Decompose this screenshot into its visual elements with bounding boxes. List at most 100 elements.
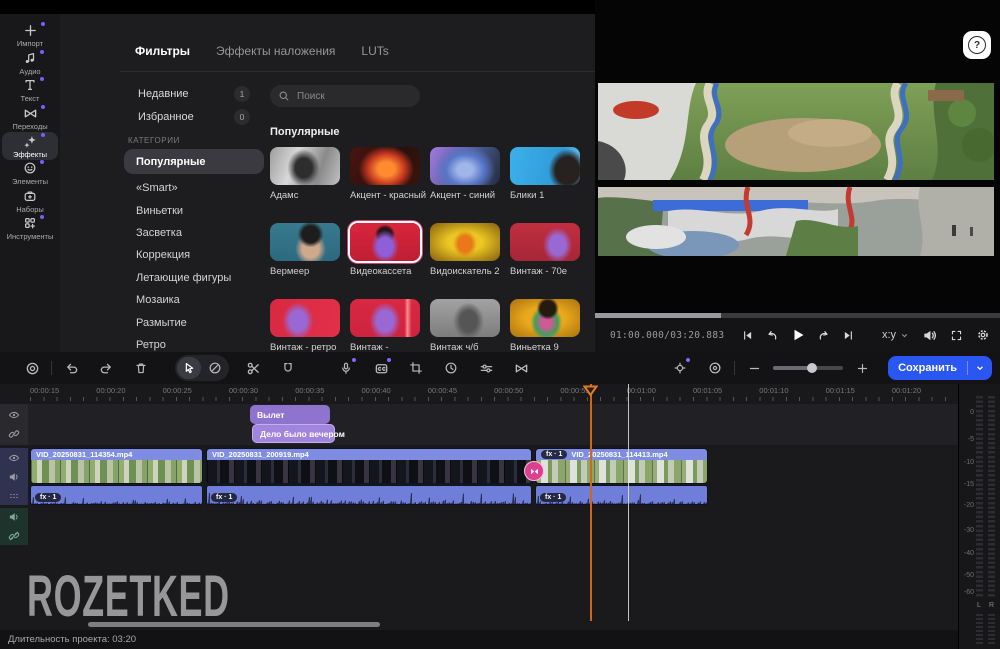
save-button[interactable]: Сохранить (888, 356, 992, 380)
effect-card[interactable]: Вермеер (270, 223, 340, 277)
effect-thumbnail[interactable] (350, 299, 420, 337)
speed-button[interactable] (441, 358, 461, 378)
effect-card[interactable]: Винтаж ч/б (430, 299, 500, 353)
jump-back-button[interactable] (765, 328, 779, 342)
skip-forward-button[interactable] (842, 329, 855, 342)
effect-thumbnail[interactable] (270, 299, 340, 337)
category-item[interactable]: Мозаика (124, 289, 264, 311)
jump-forward-button[interactable] (817, 328, 831, 342)
sidebar-item-transitions[interactable]: Переходы (2, 105, 58, 133)
timeline-zoom-slider[interactable] (773, 366, 843, 370)
effect-thumbnail[interactable] (270, 147, 340, 185)
search-input[interactable] (295, 90, 409, 103)
zoom-slider-knob[interactable] (807, 363, 817, 373)
eye-toggle[interactable] (8, 452, 20, 464)
effect-card[interactable]: Видоискатель 2 (430, 223, 500, 277)
razor-button[interactable] (203, 357, 227, 379)
effect-thumbnail[interactable] (510, 147, 580, 185)
record-icon[interactable] (22, 358, 42, 378)
tab-luts[interactable]: LUTs (361, 44, 388, 58)
effect-card[interactable]: Акцент - синий (430, 147, 500, 201)
volume-small-toggle[interactable] (8, 471, 20, 483)
category-item[interactable]: Размытие (124, 311, 264, 333)
collection-item[interactable]: Избранное0 (138, 109, 250, 125)
category-item[interactable]: «Smart» (124, 177, 264, 199)
audio-effects-button[interactable] (670, 358, 690, 378)
play-button[interactable] (790, 327, 806, 343)
trash-button[interactable] (131, 358, 151, 378)
redo-button[interactable] (96, 358, 116, 378)
text-clip[interactable]: Дело было вечером (252, 424, 335, 443)
skip-back-button[interactable] (741, 329, 754, 342)
sidebar-item-text[interactable]: Текст (2, 77, 58, 105)
transition-badge[interactable] (524, 461, 544, 481)
sidebar-item-elements[interactable]: Элементы (2, 160, 58, 188)
video-clip[interactable]: VID_20250831_200919.mp4 (206, 448, 532, 484)
mic-button[interactable] (336, 358, 356, 378)
crop-button[interactable] (406, 358, 426, 378)
zoom-out-icon[interactable] (744, 358, 764, 378)
effect-thumbnail[interactable] (350, 147, 420, 185)
effect-thumbnail[interactable] (270, 223, 340, 261)
video-track-header[interactable] (0, 448, 28, 505)
sliders-button[interactable] (476, 358, 496, 378)
effect-thumbnail[interactable] (430, 223, 500, 261)
sidebar-item-sets[interactable]: Наборы (2, 188, 58, 216)
effect-thumbnail[interactable] (510, 223, 580, 261)
audio-clip[interactable]: fx · 1 (30, 485, 203, 505)
category-item[interactable]: Виньетки (124, 199, 264, 221)
text-clip[interactable]: Вылет (250, 405, 330, 424)
sidebar-item-audio[interactable]: Аудио (2, 50, 58, 78)
save-options-chevron[interactable] (968, 363, 992, 373)
audio-track-header[interactable] (0, 508, 28, 545)
sidebar-item-tools[interactable]: Инструменты (2, 215, 58, 243)
audio-clip[interactable]: fx · 1 (206, 485, 532, 505)
link-off-toggle[interactable] (8, 530, 20, 542)
category-item[interactable]: Популярные (124, 149, 264, 174)
aspect-ratio-menu[interactable]: x:y (882, 329, 909, 341)
help-button[interactable]: ? (963, 31, 991, 59)
effect-card[interactable]: Винтаж - ретро (270, 299, 340, 353)
captions-button[interactable] (371, 358, 391, 378)
collection-item[interactable]: Недавние1 (138, 86, 250, 102)
gear-button[interactable] (976, 328, 990, 342)
fullscreen-button[interactable] (950, 329, 963, 342)
scissors-button[interactable] (243, 358, 263, 378)
color-wheel-button[interactable] (705, 358, 725, 378)
effect-card[interactable]: Акцент - красный (350, 147, 420, 201)
cursor-button[interactable] (177, 357, 201, 379)
magnet-button[interactable] (278, 358, 298, 378)
video-clip[interactable]: fx · 1VID_20250831_114413.mp4 (535, 448, 708, 484)
sidebar-item-import[interactable]: Импорт (2, 22, 58, 50)
tab-overlay-effects[interactable]: Эффекты наложения (216, 44, 335, 58)
effect-card[interactable]: Блики 1 (510, 147, 580, 201)
playhead-handle[interactable] (583, 385, 598, 397)
transition-button[interactable] (511, 358, 531, 378)
effect-card[interactable]: Видеокассета (350, 223, 420, 277)
eye-toggle[interactable] (8, 409, 20, 421)
dots-toggle[interactable] (8, 490, 20, 502)
tab-filters[interactable]: Фильтры (135, 44, 190, 58)
timeline-ruler[interactable]: 00:00:1500:00:2000:00:2500:00:3000:00:35… (0, 384, 958, 404)
effect-card[interactable]: Виньетка 9 (510, 299, 580, 353)
volume-button[interactable] (922, 328, 937, 343)
category-item[interactable]: Коррекция (124, 244, 264, 266)
link-toggle[interactable] (8, 428, 20, 440)
effect-thumbnail[interactable] (430, 147, 500, 185)
category-item[interactable]: Летающие фигуры (124, 267, 264, 289)
text-track-header[interactable] (0, 404, 28, 445)
search-box[interactable] (270, 85, 420, 107)
effect-card[interactable]: Винтаж - 70е (510, 223, 580, 277)
sidebar-item-effects[interactable]: Эффекты (2, 132, 58, 160)
effect-card[interactable]: Винтаж - (350, 299, 420, 353)
effect-card[interactable]: Адамс (270, 147, 340, 201)
playhead-line[interactable] (590, 384, 592, 621)
volume-small-toggle[interactable] (8, 511, 20, 523)
undo-button[interactable] (61, 358, 81, 378)
audio-clip[interactable]: fx · 1 (535, 485, 708, 505)
category-item[interactable]: Засветка (124, 222, 264, 244)
zoom-in-icon[interactable] (852, 358, 872, 378)
effect-thumbnail[interactable] (510, 299, 580, 337)
effect-thumbnail[interactable] (350, 223, 420, 261)
video-clip[interactable]: VID_20250831_114354.mp4 (30, 448, 203, 484)
